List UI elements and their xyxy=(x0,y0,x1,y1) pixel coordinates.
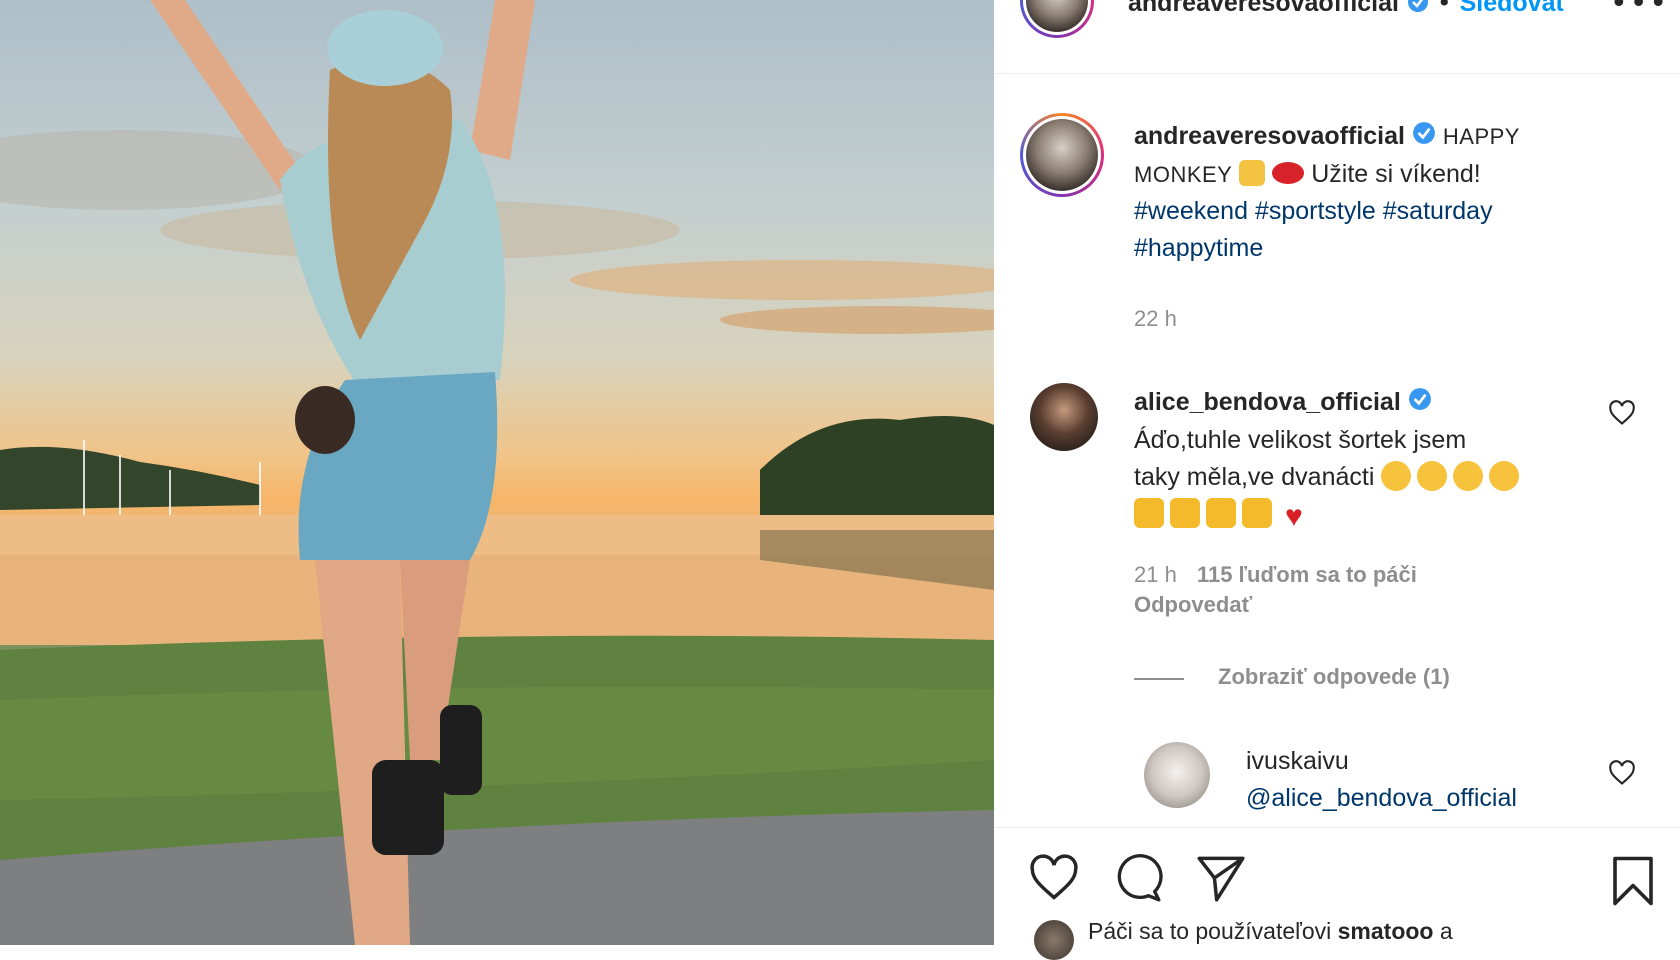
comment-time[interactable]: 21 h xyxy=(1134,562,1177,587)
liker-avatar[interactable] xyxy=(1034,920,1074,960)
follow-button[interactable]: Sledovať xyxy=(1460,0,1568,17)
hashtag-weekend[interactable]: #weekend xyxy=(1134,197,1248,225)
header-dot: • xyxy=(1436,0,1452,17)
post-header: andreaveresovaofficial • Sledovať ••• xyxy=(994,0,1680,74)
header-username[interactable]: andreaveresovaofficial xyxy=(1128,0,1399,17)
post-photo[interactable] xyxy=(0,0,994,945)
laughing-emoji xyxy=(1417,460,1448,491)
caption-avatar[interactable] xyxy=(1020,113,1104,197)
more-options-icon[interactable]: ••• xyxy=(1610,0,1669,21)
hashtag-happytime[interactable]: #happytime xyxy=(1134,234,1263,262)
laughing-emoji xyxy=(1489,460,1520,491)
caption: andreaveresovaofficial HAPPY MONKEY Užit… xyxy=(1134,118,1574,267)
thumbs-up-emoji xyxy=(1170,497,1200,528)
author-avatar[interactable] xyxy=(1020,0,1094,38)
reply-comment: ivuskaivu @alice_bendova_official xyxy=(1246,743,1517,817)
thumbs-up-emoji xyxy=(1242,497,1272,528)
like-comment-icon[interactable] xyxy=(1608,400,1636,426)
photo-scene xyxy=(0,0,994,945)
verified-icon xyxy=(1408,385,1432,422)
caption-text: Užite si víkend! xyxy=(1311,159,1481,188)
comment-likes[interactable]: 115 ľuďom sa to páči xyxy=(1197,562,1417,587)
replies-divider xyxy=(1134,678,1184,680)
reply-username[interactable]: ivuskaivu xyxy=(1246,747,1349,775)
share-icon[interactable] xyxy=(1194,854,1248,902)
likes-line: Páči sa to používateľovi smatooo a xyxy=(1088,918,1453,945)
caption-username[interactable]: andreaveresovaofficial xyxy=(1134,122,1405,150)
like-reply-icon[interactable] xyxy=(1608,760,1636,786)
laughing-emoji xyxy=(1453,460,1484,491)
reply-avatar[interactable] xyxy=(1144,742,1210,808)
hashtag-saturday[interactable]: #saturday xyxy=(1383,197,1493,225)
thumbs-up-emoji xyxy=(1206,497,1236,528)
reply-button[interactable]: Odpovedať xyxy=(1134,592,1252,618)
comment-icon[interactable] xyxy=(1112,854,1164,904)
likes-user[interactable]: smatooo xyxy=(1338,918,1434,944)
reply-mention[interactable]: @alice_bendova_official xyxy=(1246,784,1517,812)
comment-text-line1: Áďo,tuhle velikost šortek jsem xyxy=(1134,425,1467,454)
thumbs-up-emoji xyxy=(1134,497,1164,528)
view-replies-button[interactable]: Zobraziť odpovede (1) xyxy=(1218,664,1450,690)
heart-emoji: ♥ xyxy=(1284,499,1303,533)
laughing-emoji xyxy=(1381,460,1412,491)
hashtag-sportstyle[interactable]: #sportstyle xyxy=(1255,197,1376,225)
comment-text-line2: taky měla,ve dvanácti xyxy=(1134,462,1375,491)
likes-suffix: a xyxy=(1439,918,1453,944)
verified-icon xyxy=(1407,0,1429,19)
post-side-panel: andreaveresovaofficial • Sledovať ••• an… xyxy=(994,0,1680,960)
victory-hand-emoji xyxy=(1239,159,1266,186)
comment: alice_bendova_official Áďo,tuhle velikos… xyxy=(1134,384,1594,535)
caption-time[interactable]: 22 h xyxy=(1134,306,1177,332)
comment-meta: 21 h 115 ľuďom sa to páči xyxy=(1134,562,1417,588)
verified-icon xyxy=(1412,119,1436,156)
commenter-avatar[interactable] xyxy=(1030,383,1098,451)
header-author: andreaveresovaofficial • Sledovať xyxy=(1128,0,1567,19)
save-bookmark-icon[interactable] xyxy=(1610,854,1656,908)
lips-emoji xyxy=(1272,161,1305,184)
likes-prefix: Páči sa to používateľovi xyxy=(1088,918,1332,944)
comment-username[interactable]: alice_bendova_official xyxy=(1134,388,1401,416)
like-post-icon[interactable] xyxy=(1028,854,1080,902)
